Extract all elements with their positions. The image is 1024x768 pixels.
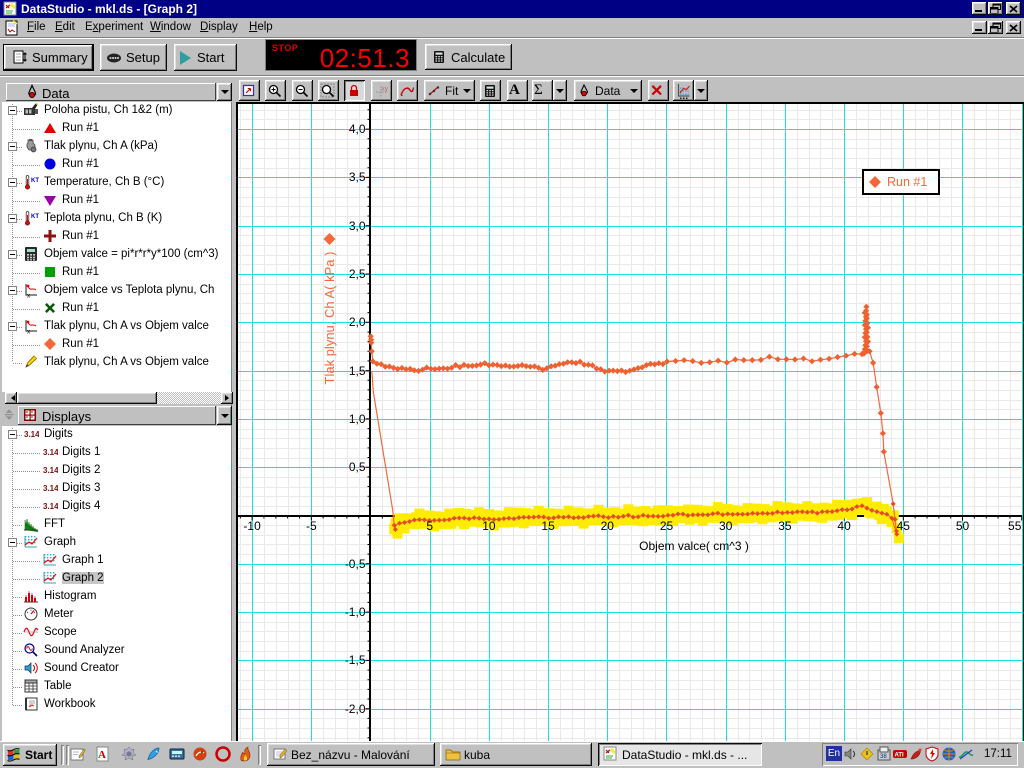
svg-text:3,5: 3,5 — [349, 170, 366, 184]
svg-text:4,0: 4,0 — [349, 122, 366, 136]
svg-text:1,5: 1,5 — [349, 364, 366, 378]
svg-text:Objem valce( cm^3 ): Objem valce( cm^3 ) — [639, 539, 749, 553]
svg-text:KTD: KTD — [31, 178, 39, 184]
svg-text:-2,0: -2,0 — [345, 702, 366, 716]
svg-text:xy: xy — [382, 85, 389, 92]
svg-text:38: 38 — [880, 754, 887, 760]
svg-text:-0,5: -0,5 — [345, 557, 366, 571]
svg-text:A: A — [98, 749, 106, 761]
svg-text:45: 45 — [897, 519, 911, 533]
svg-text:10: 10 — [482, 519, 496, 533]
svg-text:40: 40 — [837, 519, 851, 533]
svg-text:2,0: 2,0 — [349, 315, 366, 329]
svg-text:30: 30 — [719, 519, 733, 533]
svg-text:3.14: 3.14 — [24, 430, 39, 439]
svg-text:2,5: 2,5 — [349, 267, 366, 281]
svg-text:5: 5 — [426, 519, 433, 533]
svg-text:50: 50 — [956, 519, 970, 533]
svg-text:-5: -5 — [306, 519, 317, 533]
svg-text:0,5: 0,5 — [349, 460, 366, 474]
svg-text:3.14: 3.14 — [43, 484, 58, 493]
svg-text:ATI: ATI — [895, 753, 905, 759]
svg-text:1,0: 1,0 — [349, 412, 366, 426]
svg-text:25: 25 — [660, 519, 674, 533]
svg-text:15: 15 — [541, 519, 555, 533]
svg-text:Tlak plynu, Ch A( kPa ): Tlak plynu, Ch A( kPa ) — [322, 252, 337, 385]
svg-text:3.14: 3.14 — [43, 466, 58, 475]
svg-text:20: 20 — [601, 519, 615, 533]
svg-text:3,0: 3,0 — [349, 219, 366, 233]
svg-text:-1,0: -1,0 — [345, 605, 366, 619]
svg-text:3.14: 3.14 — [43, 502, 58, 511]
svg-text:-10: -10 — [243, 519, 261, 533]
svg-text:-1,5: -1,5 — [345, 653, 366, 667]
svg-text:55: 55 — [1008, 519, 1022, 533]
svg-text:3.14: 3.14 — [43, 448, 58, 457]
svg-text:35: 35 — [778, 519, 792, 533]
svg-text:Run #1: Run #1 — [887, 175, 927, 189]
svg-text:KTD: KTD — [31, 214, 39, 220]
